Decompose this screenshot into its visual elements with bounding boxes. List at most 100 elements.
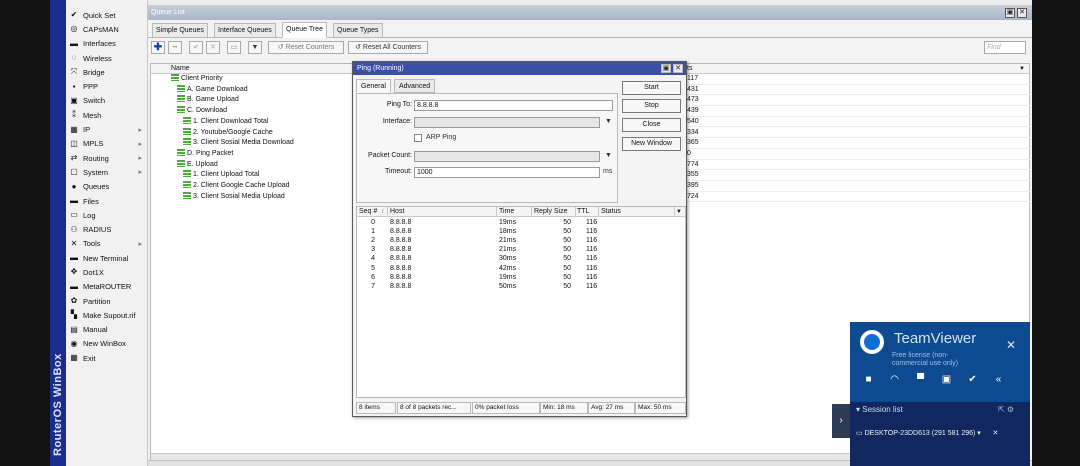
remove-icon[interactable]: ━ (168, 41, 182, 54)
menu-item-system[interactable]: ▢ System ▸ (66, 165, 147, 179)
menu-item-new-terminal[interactable]: ▬ New Terminal (66, 251, 147, 265)
ping-result-row[interactable]: 0 8.8.8.8 19ms 50 116 (357, 218, 685, 227)
arp-ping-checkbox[interactable] (414, 134, 422, 142)
menu-item-radius[interactable]: ⚇ RADIUS (66, 222, 147, 236)
ping-result-host: 8.8.8.8 (390, 219, 412, 226)
session-row[interactable]: ▭ DESKTOP-23DD613 (291 581 296) ▾ ✕ (856, 429, 998, 437)
queue-tabs: Simple Queues Interface Queues Queue Tre… (148, 20, 1032, 38)
menu-item-label: Manual (83, 325, 108, 335)
packet-count-dropdown-icon[interactable]: ▼ (605, 152, 612, 159)
reset-counters-label: Reset Counters (285, 44, 335, 51)
ping-close-icon[interactable]: ✕ (673, 64, 683, 73)
menu-item-mesh[interactable]: ⁑ Mesh (66, 108, 147, 122)
restore-icon[interactable]: ▣ (1005, 8, 1015, 18)
ping-result-row[interactable]: 6 8.8.8.8 19ms 50 116 (357, 273, 685, 282)
menu-item-switch[interactable]: ▣ Switch (66, 94, 147, 108)
headset-icon[interactable]: ◠ (886, 374, 903, 385)
column-status[interactable]: Status (601, 207, 621, 217)
ping-result-row[interactable]: 5 8.8.8.8 42ms 50 116 (357, 264, 685, 273)
queue-name: E. Upload (187, 160, 218, 168)
interface-select[interactable] (414, 117, 600, 128)
menu-item-interfaces[interactable]: ▬ Interfaces (66, 37, 147, 51)
menu-item-tools[interactable]: ✕ Tools ▸ (66, 237, 147, 251)
tab-simple-queues[interactable]: Simple Queues (152, 23, 208, 38)
column-ttl[interactable]: TTL (577, 207, 589, 217)
menu-item-partition[interactable]: ✿ Partition (66, 294, 147, 308)
queue-name: 3. Client Sosial Media Upload (193, 192, 285, 200)
menu-item-routing[interactable]: ⇄ Routing ▸ (66, 151, 147, 165)
menu-item-quick-set[interactable]: ✔ Quick Set (66, 8, 147, 22)
start-button[interactable]: Start (622, 81, 681, 95)
queue-name: C. Download (187, 107, 228, 115)
menu-item-queues[interactable]: ● Queues (66, 180, 147, 194)
menu-item-files[interactable]: ▬ Files (66, 194, 147, 208)
interface-dropdown-icon[interactable]: ▼ (605, 118, 612, 125)
ping-to-field[interactable]: 8.8.8.8 (414, 100, 613, 111)
ping-title: Ping (Running) (357, 65, 404, 72)
filter-icon[interactable]: ▼ (248, 41, 262, 54)
teamviewer-side-tab-icon[interactable]: › (832, 404, 850, 438)
ping-result-host: 8.8.8.8 (390, 273, 412, 281)
menu-item-log[interactable]: ▭ Log (66, 208, 147, 222)
session-list-icons[interactable]: ⇱ ⚙ (998, 405, 1014, 414)
comment-icon[interactable]: ▭ (227, 41, 241, 54)
add-icon[interactable]: ✚ (151, 41, 165, 54)
ping-result-row[interactable]: 4 8.8.8.8 30ms 50 116 (357, 254, 685, 263)
close-button[interactable]: Close (622, 118, 681, 132)
video-icon[interactable]: ■ (860, 374, 877, 385)
menu-item-label: Dot1X (83, 267, 104, 277)
column-menu-icon[interactable]: ▼ (1019, 64, 1025, 74)
ping-result-row[interactable]: 1 8.8.8.8 18ms 50 116 (357, 227, 685, 236)
column-rate[interactable]: ts (687, 64, 692, 74)
close-icon[interactable]: ✕ (1017, 8, 1027, 18)
reset-all-counters-button[interactable]: ↺ Reset All Counters (348, 41, 428, 54)
find-input[interactable]: Find (984, 41, 1026, 54)
column-reply-size[interactable]: Reply Size (534, 207, 567, 217)
session-list-header[interactable]: ▾ Session list (856, 405, 903, 414)
queue-name: B. Game Upload (187, 96, 239, 104)
menu-item-exit[interactable]: ▦ Exit (66, 351, 147, 365)
menu-item-ip[interactable]: ▦ IP ▸ (66, 122, 147, 136)
timeout-field[interactable]: 1000 (414, 167, 600, 178)
ping-restore-icon[interactable]: ▣ (661, 64, 671, 73)
ping-result-row[interactable]: 7 8.8.8.8 50ms 50 116 (357, 282, 685, 291)
switch-icon: ▣ (70, 95, 78, 105)
ping-result-row[interactable]: 2 8.8.8.8 21ms 50 116 (357, 236, 685, 245)
column-time[interactable]: Time (499, 207, 514, 217)
teamviewer-close-icon[interactable]: ✕ (1006, 338, 1016, 352)
column-name[interactable]: Name (171, 64, 190, 74)
column-host[interactable]: Host (390, 207, 404, 217)
tab-queue-tree[interactable]: Queue Tree (282, 22, 327, 38)
menu-item-mpls[interactable]: ◫ MPLS ▸ (66, 137, 147, 151)
tab-general[interactable]: General (356, 79, 391, 93)
menu-item-bridge[interactable]: ⤧ Bridge (66, 65, 147, 79)
packet-count-field[interactable] (414, 151, 600, 162)
menu-item-label: Make Supout.rif (83, 310, 136, 320)
checkmark-icon[interactable]: ✔ (964, 374, 981, 385)
collapse-icon[interactable]: « (990, 374, 1007, 385)
capsman-icon: ◎ (70, 24, 78, 34)
new-window-button[interactable]: New Window (622, 137, 681, 151)
stop-button[interactable]: Stop (622, 99, 681, 113)
enable-icon[interactable]: ✔ (189, 41, 203, 54)
tab-queue-types[interactable]: Queue Types (333, 23, 383, 38)
ping-column-menu-icon[interactable]: ▼ (676, 207, 682, 217)
ping-result-host: 8.8.8.8 (390, 264, 412, 272)
menu-item-wireless[interactable]: ◌ Wireless (66, 51, 147, 65)
ping-result-row[interactable]: 3 8.8.8.8 21ms 50 116 (357, 245, 685, 254)
menu-item-dot1x[interactable]: ✥ Dot1X (66, 265, 147, 279)
files-transfer-icon[interactable]: ▣ (938, 374, 955, 385)
menu-item-capsman[interactable]: ◎ CAPsMAN (66, 22, 147, 36)
menu-item-ppp[interactable]: ▪ PPP (66, 79, 147, 93)
column-seq[interactable]: Seq # (359, 207, 377, 217)
menu-item-manual[interactable]: ▤ Manual (66, 323, 147, 337)
menu-item-new-winbox[interactable]: ◉ New WinBox (66, 337, 147, 351)
tab-interface-queues[interactable]: Interface Queues (214, 23, 276, 38)
submenu-arrow-icon: ▸ (138, 126, 142, 134)
disable-icon[interactable]: ✕ (206, 41, 220, 54)
menu-item-metarouter[interactable]: ▬ MetaROUTER (66, 280, 147, 294)
menu-item-make-supout-rif[interactable]: ▚ Make Supout.rif (66, 308, 147, 322)
chat-icon[interactable]: ▀ (912, 374, 929, 385)
tab-advanced[interactable]: Advanced (394, 79, 436, 93)
reset-counters-button[interactable]: ↺ Reset Counters (268, 41, 344, 54)
